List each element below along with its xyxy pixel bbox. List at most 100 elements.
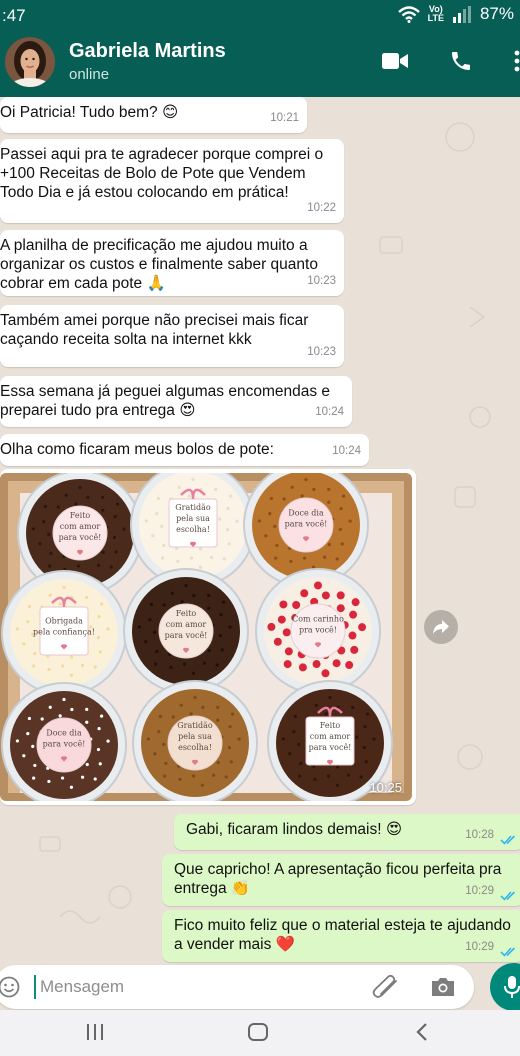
topping-dot <box>31 527 35 531</box>
forward-button[interactable] <box>424 610 458 644</box>
message-text: Também amei porque não precisei mais fic… <box>0 312 309 348</box>
incoming-message[interactable]: Olha como ficaram meus bolos de pote: 10… <box>0 434 369 466</box>
avatar-portrait-icon <box>5 37 55 87</box>
topping-dot <box>225 527 230 532</box>
topping-dot <box>191 774 196 778</box>
status-indicators: Vo) LTE 87% <box>397 4 514 24</box>
topping-dot <box>364 760 368 764</box>
tag-text: escolha! <box>178 743 212 752</box>
topping-dot <box>211 773 216 777</box>
topping-dot <box>207 593 211 597</box>
topping-dot <box>62 585 66 590</box>
topping-dot <box>342 494 346 498</box>
topping-dot <box>40 717 44 721</box>
topping-dot <box>327 542 331 547</box>
topping-dot <box>372 737 376 741</box>
topping-dot <box>207 648 211 653</box>
phone-icon[interactable] <box>449 49 473 73</box>
topping-dot <box>267 622 276 631</box>
topping-dot <box>327 487 331 491</box>
topping-dot <box>154 662 158 666</box>
nav-back-icon[interactable] <box>415 1022 429 1042</box>
tag-text: Com carinho <box>292 615 344 624</box>
outgoing-message[interactable]: Que capricho! A apresentação ficou perfe… <box>162 854 520 906</box>
topping-dot <box>257 519 261 523</box>
topping-dot <box>227 542 231 546</box>
topping-dot <box>33 651 37 656</box>
topping-dot <box>312 487 316 492</box>
nav-home-icon[interactable] <box>247 1022 269 1042</box>
forward-icon <box>433 620 449 634</box>
topping-dot <box>281 737 285 741</box>
outgoing-message[interactable]: Fico muito feliz que o material esteja t… <box>162 910 520 962</box>
topping-dot <box>200 783 205 787</box>
topping-dot <box>56 505 60 509</box>
incoming-message[interactable]: Oi Patricia! Tudo bem? 😊 10:21 <box>0 97 307 133</box>
topping-dot <box>171 715 175 719</box>
topping-dot <box>80 663 85 667</box>
tag-text: Gratidão <box>175 503 211 512</box>
message-time: 10:23 <box>307 346 336 358</box>
topping-dot <box>336 591 345 600</box>
topping-dot <box>153 630 157 634</box>
topping-dot <box>335 765 340 769</box>
topping-dot <box>304 477 308 482</box>
nav-recents-icon[interactable] <box>85 1023 105 1041</box>
topping-dot <box>62 697 66 702</box>
video-call-icon[interactable] <box>382 52 408 70</box>
topping-dot <box>80 775 85 779</box>
message-time: 10:22 <box>307 202 336 214</box>
topping-dot <box>155 649 159 654</box>
topping-dot <box>235 519 239 523</box>
topping-dot <box>38 542 42 546</box>
chat-area[interactable]: Oi Patricia! Tudo bem? 😊 10:21 Passei aq… <box>0 97 520 965</box>
incoming-message[interactable]: Também amei porque não precisei mais fic… <box>0 305 344 367</box>
incoming-message[interactable]: A planilha de precificação me ajudou mui… <box>0 230 344 296</box>
message-composer <box>0 965 474 1009</box>
topping-dot <box>314 581 322 590</box>
topping-dot <box>355 735 359 739</box>
attach-icon[interactable] <box>372 975 400 999</box>
more-options-icon[interactable] <box>514 50 520 72</box>
topping-dot <box>31 744 35 748</box>
wifi-icon <box>397 5 420 23</box>
topping-dot <box>58 714 62 718</box>
topping-dot <box>47 779 51 784</box>
volte-indicator: Vo) LTE <box>427 4 444 23</box>
topping-dot <box>275 543 279 548</box>
topping-dot <box>15 627 19 631</box>
camera-icon[interactable] <box>430 976 456 998</box>
topping-dot <box>339 507 343 511</box>
topping-dot <box>202 661 207 665</box>
outgoing-message[interactable]: Gabi, ficaram lindos demais! 😍 10:28 <box>174 814 520 850</box>
photo-time: 10:25 <box>369 780 402 795</box>
message-input[interactable] <box>34 975 334 999</box>
topping-dot <box>153 752 157 756</box>
topping-dot <box>350 645 359 654</box>
topping-dot <box>32 664 36 668</box>
incoming-photo-message[interactable]: Feito com amor para você! Gratidão pela sua e… <box>0 469 416 805</box>
topping-dot <box>26 731 30 736</box>
topping-dot <box>184 583 188 588</box>
message-text: A planilha de precificação me ajudou mui… <box>0 237 318 292</box>
incoming-message[interactable]: Essa semana já peguei algumas encomendas… <box>0 376 352 427</box>
contact-avatar[interactable] <box>5 37 55 87</box>
topping-dot <box>282 628 291 637</box>
contact-name[interactable]: Gabriela Martins <box>69 40 226 63</box>
topping-dot <box>215 663 219 667</box>
topping-dot <box>363 725 367 729</box>
topping-dot <box>187 494 191 498</box>
topping-dot <box>101 508 105 512</box>
topping-dot <box>162 603 166 607</box>
topping-dot <box>151 534 155 538</box>
incoming-message[interactable]: Passei aqui pra te agradecer porque comp… <box>0 139 344 223</box>
cake-pots-photo[interactable]: Feito com amor para você! Gratidão pela sua e… <box>0 473 412 801</box>
mic-button[interactable] <box>490 963 520 1011</box>
emoji-icon[interactable] <box>0 976 20 998</box>
topping-dot <box>47 667 51 672</box>
topping-dot <box>198 565 203 569</box>
topping-dot <box>314 703 318 707</box>
tag-text: pela sua <box>176 514 210 523</box>
topping-dot <box>348 519 352 523</box>
tag-text: para você! <box>59 533 102 542</box>
